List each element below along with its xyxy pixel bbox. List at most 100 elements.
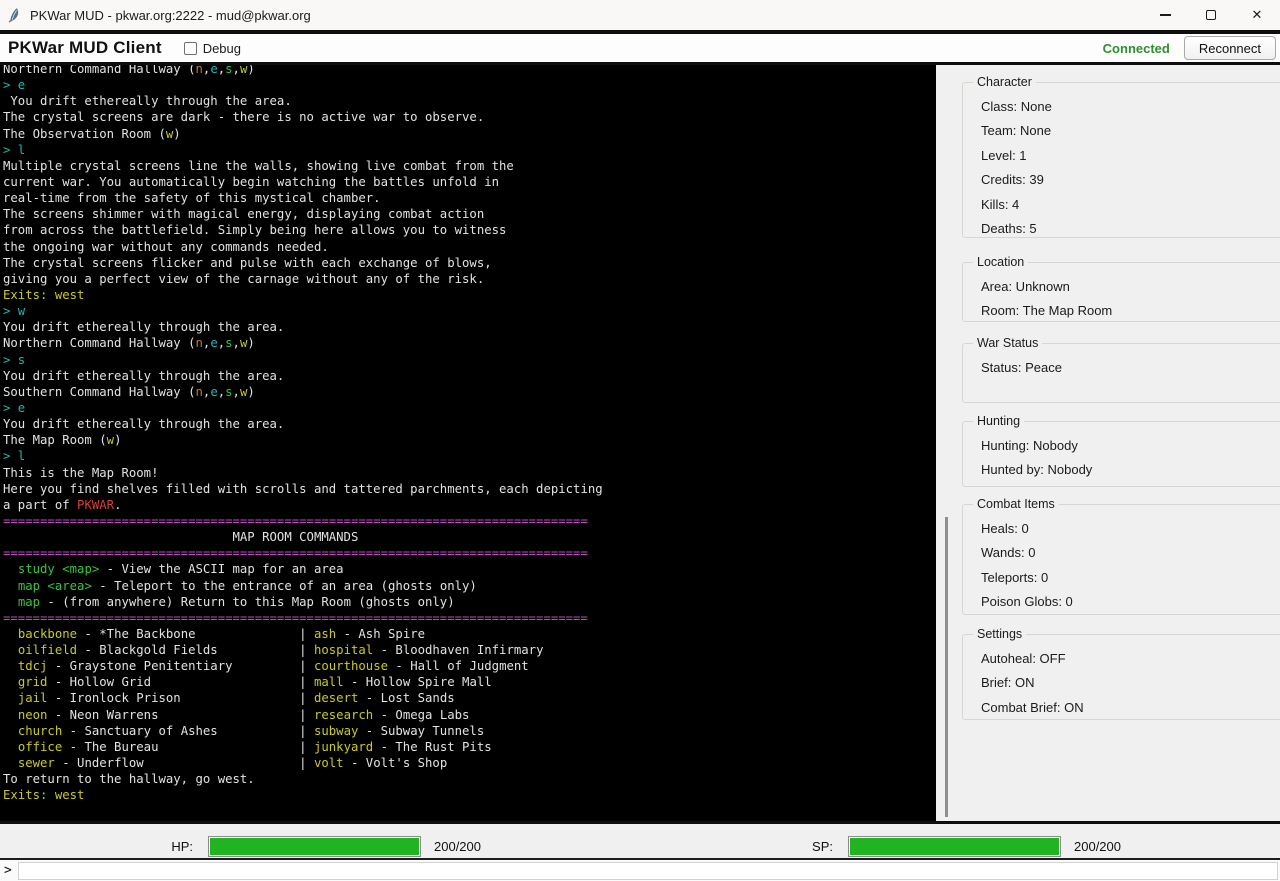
terminal-line: The Map Room (w) [3, 432, 603, 448]
terminal-line: Exits: west [3, 787, 603, 803]
app-title: PKWar MUD Client [8, 38, 162, 58]
terminal-line: Exits: west [3, 287, 603, 303]
terminal-line: > s [3, 352, 603, 368]
terminal-line: > l [3, 448, 603, 464]
terminal-line: Multiple crystal screens line the walls,… [3, 158, 603, 174]
debug-toggle[interactable]: Debug [184, 41, 241, 56]
terminal-line: MAP ROOM COMMANDS [3, 529, 603, 545]
stat-row: Deaths: 5 [963, 217, 1280, 242]
terminal-line: a part of PKWAR. [3, 497, 603, 513]
hp-progress-fill [210, 838, 419, 855]
close-icon: ✕ [1252, 7, 1263, 23]
terminal-lines: Northern Command Hallway (n,e,s,w) > e Yo… [3, 65, 603, 803]
terminal-line: To return to the hallway, go west. [3, 771, 603, 787]
panel-title: War Status [973, 336, 1042, 350]
terminal-line: neon - Neon Warrens | research - Omega L… [3, 707, 603, 723]
panel-title: Hunting [973, 414, 1024, 428]
panel-title: Location [973, 255, 1028, 269]
app-header: PKWar MUD Client Debug Connected Reconne… [0, 34, 1280, 62]
terminal-line: ========================================… [3, 513, 603, 529]
stat-row: Kills: 4 [963, 192, 1280, 217]
panel-war-status: War StatusStatus: Peace [962, 343, 1280, 403]
stat-row: Wands: 0 [963, 541, 1280, 566]
hp-value: 200/200 [434, 836, 481, 857]
debug-checkbox[interactable] [184, 42, 197, 55]
terminal-line: Southern Command Hallway (n,e,s,w) [3, 384, 603, 400]
terminal-line: The crystal screens flicker and pulse wi… [3, 255, 603, 271]
stat-row: Poison Globs: 0 [963, 590, 1280, 615]
terminal-line: study <map> - View the ASCII map for an … [3, 561, 603, 577]
terminal-line: > e [3, 400, 603, 416]
titlebar: PKWar MUD - pkwar.org:2222 - mud@pkwar.o… [0, 0, 1280, 30]
minimize-button[interactable] [1142, 0, 1188, 30]
panel-title: Settings [973, 627, 1026, 641]
sp-label: SP: [740, 836, 833, 857]
terminal-line: You drift ethereally through the area. [3, 93, 603, 109]
panel-settings: SettingsAutoheal: OFFBrief: ONCombat Bri… [962, 634, 1280, 720]
stat-row: Brief: ON [963, 671, 1280, 696]
command-input[interactable] [18, 862, 1278, 880]
stat-row: Heals: 0 [963, 516, 1280, 541]
terminal-line: office - The Bureau | junkyard - The Rus… [3, 739, 603, 755]
terminal-line: sewer - Underflow | volt - Volt's Shop [3, 755, 603, 771]
reconnect-button[interactable]: Reconnect [1184, 36, 1276, 60]
panel-combat-items: Combat ItemsHeals: 0Wands: 0Teleports: 0… [962, 504, 1280, 615]
terminal-line: You drift ethereally through the area. [3, 416, 603, 432]
terminal-line: Northern Command Hallway (n,e,s,w) [3, 65, 603, 77]
terminal-line: The crystal screens are dark - there is … [3, 109, 603, 125]
terminal-line: This is the Map Room! [3, 465, 603, 481]
panel-hunting: HuntingHunting: NobodyHunted by: Nobody [962, 421, 1280, 487]
panel-title: Character [973, 75, 1036, 89]
terminal-line: Here you find shelves filled with scroll… [3, 481, 603, 497]
terminal-line: map <area> - Teleport to the entrance of… [3, 578, 603, 594]
terminal-output: Northern Command Hallway (n,e,s,w) > e Yo… [0, 65, 936, 821]
maximize-button[interactable] [1188, 0, 1234, 30]
stat-row: Credits: 39 [963, 168, 1280, 193]
terminal-line: map - (from anywhere) Return to this Map… [3, 594, 603, 610]
stat-row: Class: None [963, 94, 1280, 119]
close-button[interactable]: ✕ [1234, 0, 1280, 30]
stat-row: Autoheal: OFF [963, 646, 1280, 671]
status-bar-row: HP: 200/200 SP: 200/200 [0, 824, 1280, 858]
stat-row: Hunted by: Nobody [963, 458, 1280, 483]
terminal-scrollbar-thumb[interactable] [945, 517, 948, 817]
main-content: Northern Command Hallway (n,e,s,w) > e Yo… [0, 65, 1280, 821]
connection-status: Connected [1103, 41, 1170, 56]
terminal-line: oilfield - Blackgold Fields | hospital -… [3, 642, 603, 658]
terminal-line: backbone - *The Backbone | ash - Ash Spi… [3, 626, 603, 642]
stat-row: Teleports: 0 [963, 565, 1280, 590]
sp-progress-fill [850, 838, 1059, 855]
terminal-line: church - Sanctuary of Ashes | subway - S… [3, 723, 603, 739]
stat-row: Team: None [963, 119, 1280, 144]
stat-row: Combat Brief: ON [963, 695, 1280, 720]
terminal-line: Northern Command Hallway (n,e,s,w) [3, 335, 603, 351]
stat-row: Status: Peace [963, 355, 1280, 380]
terminal-scrollbar[interactable] [936, 65, 958, 821]
maximize-icon [1206, 10, 1216, 20]
sidebar: Character Class: NoneTeam: NoneLevel: 1Cr… [958, 65, 1280, 821]
terminal-line: the ongoing war without any commands nee… [3, 239, 603, 255]
command-input-row: > [0, 860, 1280, 881]
terminal-line: The screens shimmer with magical energy,… [3, 206, 603, 222]
terminal-line: ========================================… [3, 545, 603, 561]
prompt-character: > [4, 863, 12, 878]
stat-row: Level: 1 [963, 143, 1280, 168]
terminal-line: You drift ethereally through the area. [3, 368, 603, 384]
panel-title: Combat Items [973, 497, 1059, 511]
terminal-line: grid - Hollow Grid | mall - Hollow Spire… [3, 674, 603, 690]
hp-label: HP: [100, 836, 193, 857]
python-feather-icon [6, 7, 22, 23]
terminal-line: > w [3, 303, 603, 319]
panel-character: CharacterClass: NoneTeam: NoneLevel: 1Cr… [962, 82, 1280, 238]
stat-row: Area: Unknown [963, 274, 1280, 299]
window-title: PKWar MUD - pkwar.org:2222 - mud@pkwar.o… [30, 8, 311, 23]
terminal-line: giving you a perfect view of the carnage… [3, 271, 603, 287]
debug-label: Debug [203, 41, 241, 56]
terminal-line: The Observation Room (w) [3, 126, 603, 142]
minimize-icon [1160, 14, 1171, 15]
terminal-line: > l [3, 142, 603, 158]
terminal-line: current war. You automatically begin wat… [3, 174, 603, 190]
app-window: PKWar MUD - pkwar.org:2222 - mud@pkwar.o… [0, 0, 1280, 881]
terminal-line: tdcj - Graystone Penitentiary | courthou… [3, 658, 603, 674]
terminal-line: You drift ethereally through the area. [3, 319, 603, 335]
